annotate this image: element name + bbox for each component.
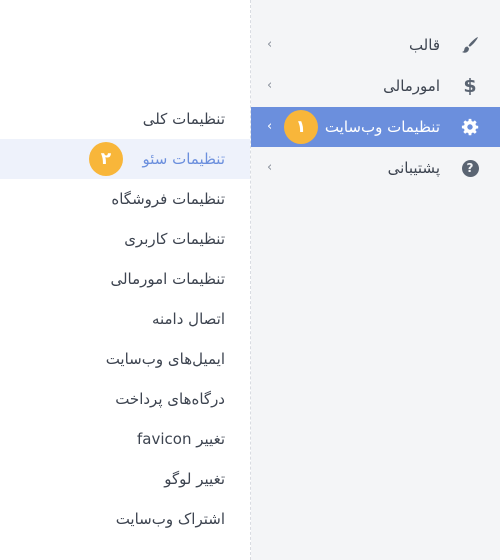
chevron-icon: ›: [267, 37, 273, 52]
submenu-item-emails[interactable]: ایمیل‌های وب‌سایت: [0, 339, 250, 379]
sidebar-item-finance[interactable]: $ امورمالی ›: [251, 66, 500, 106]
dollar-icon: $: [463, 75, 477, 97]
gear-icon: [460, 117, 480, 137]
submenu-item-user[interactable]: تنظیمات کاربری: [0, 219, 250, 259]
chevron-icon: ›: [267, 160, 273, 175]
sidebar-item-theme[interactable]: قالب ›: [251, 25, 500, 65]
submenu-item-label: تنظیمات کلی: [142, 110, 225, 128]
sidebar-item-label: امورمالی: [383, 77, 440, 95]
submenu-item-payment-gateways[interactable]: درگاه‌های پرداخت: [0, 379, 250, 419]
submenu-item-label: اشتراک وب‌سایت: [115, 510, 225, 528]
submenu-item-store[interactable]: تنظیمات فروشگاه: [0, 179, 250, 219]
chevron-icon: ›: [267, 119, 273, 134]
submenu-item-seo[interactable]: تنظیمات سئو: [0, 139, 250, 179]
sidebar-item-support[interactable]: ? پشتیبانی ›: [251, 148, 500, 188]
submenu-item-label: درگاه‌های پرداخت: [115, 390, 225, 408]
submenu-item-general[interactable]: تنظیمات کلی: [0, 99, 250, 139]
submenu-item-logo[interactable]: تغییر لوگو: [0, 459, 250, 499]
submenu-item-label: تغییر لوگو: [164, 470, 225, 488]
submenu-item-favicon[interactable]: تغییر favicon: [0, 419, 250, 459]
brush-icon: [460, 35, 480, 55]
sidebar-item-label: پشتیبانی: [387, 159, 440, 177]
submenu-item-subscription[interactable]: اشتراک وب‌سایت: [0, 499, 250, 539]
submenu-item-label: تنظیمات امورمالی: [110, 270, 225, 288]
submenu-item-label: اتصال دامنه: [151, 310, 225, 328]
submenu-item-label: تنظیمات فروشگاه: [111, 190, 225, 208]
submenu-item-label: تنظیمات سئو: [142, 150, 225, 168]
step-badge: ۲: [89, 142, 123, 176]
submenu-item-label: تغییر favicon: [137, 430, 225, 448]
submenu-item-label: ایمیل‌های وب‌سایت: [105, 350, 225, 368]
sidebar: قالب › $ امورمالی › تنظیمات وب‌سایت › ? …: [251, 0, 500, 560]
submenu-item-domain[interactable]: اتصال دامنه: [0, 299, 250, 339]
sidebar-item-label: تنظیمات وب‌سایت: [324, 118, 440, 136]
submenu-item-label: تنظیمات کاربری: [124, 230, 225, 248]
step-badge: ۱: [284, 110, 318, 144]
question-circle-icon: ?: [460, 158, 480, 178]
submenu-item-finance[interactable]: تنظیمات امورمالی: [0, 259, 250, 299]
chevron-icon: ›: [267, 78, 273, 93]
sidebar-item-label: قالب: [408, 36, 440, 54]
